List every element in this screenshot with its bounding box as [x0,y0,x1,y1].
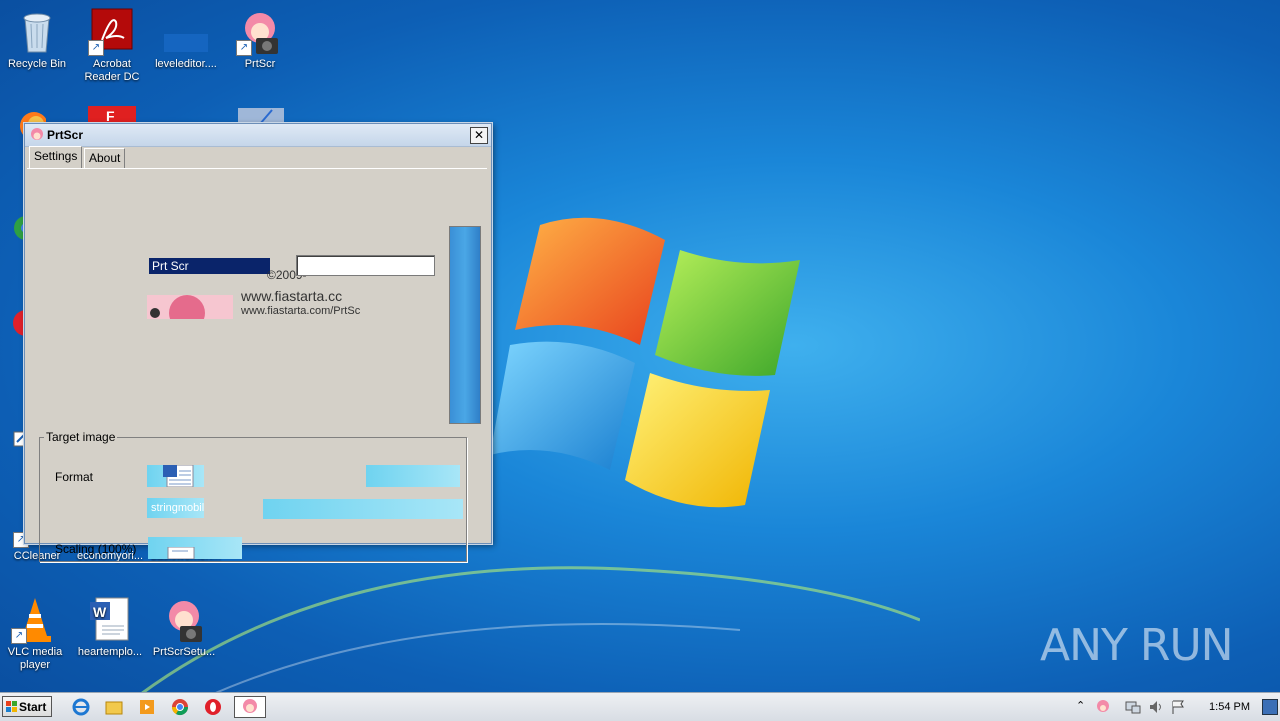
svg-text:W: W [93,604,107,620]
shortcut-arrow-icon: ↗ [88,40,104,56]
chrome-icon [171,699,189,716]
scaling-slider[interactable] [148,537,242,559]
text-input[interactable] [296,255,435,276]
scaling-label: Scaling (100%) [55,542,137,556]
file-icon [162,8,210,56]
acrobat-icon: ↗ [88,8,136,56]
dialog-title: PrtScr [47,128,84,142]
prtscr-app-icon [31,128,43,140]
taskbar-chrome-button[interactable] [167,696,193,718]
prtscr-mascot-icon: ↗ [236,8,284,56]
desktop-icon-vlc[interactable]: ↗ VLC media player [0,596,73,672]
taskbar-prtscr-button[interactable] [234,696,266,718]
taskbar: Start ⌃ 1:54 PM [0,692,1280,721]
website-link-large[interactable]: www.fiastarta.cc [241,288,342,302]
taskbar-explorer-button[interactable] [101,696,127,718]
watermark-text: ANY RUN [1040,620,1234,671]
format-label: Format [55,470,94,484]
wallpaper-windows-logo [490,217,800,508]
target-image-group: Target image Format stringmobil Scaling … [39,430,467,562]
tray-prtscr-icon[interactable] [1094,699,1112,715]
format-value-button[interactable]: stringmobil [147,498,204,518]
volume-icon[interactable] [1148,699,1166,715]
dialog-titlebar[interactable]: PrtScr ✕ [25,124,491,147]
tab-settings[interactable]: Settings [29,146,83,168]
network-icon[interactable] [1124,699,1142,715]
shortcut-arrow-icon: ↗ [11,628,27,644]
desktop-icon-label: heartemplo... [77,646,143,658]
shortcut-arrow-icon: ↗ [236,40,252,56]
tab-about[interactable]: About [84,148,126,168]
prtscr-dialog: PrtScr ✕ Settings About Prt Scr ©2009- w… [24,123,492,562]
svg-text:F: F [106,108,115,124]
target-image-legend: Target image [46,430,116,444]
desktop-icon-label: Recycle Bin [7,58,67,70]
close-button[interactable]: ✕ [470,127,488,144]
anyrun-watermark: ANY RUN [1040,612,1240,674]
desktop-icon-label: leveleditor.... [155,58,217,70]
folder-icon [105,701,123,715]
desktop-icon-label: Acrobat Reader DC [84,58,140,83]
document-icon [163,465,194,487]
hotkey-field[interactable]: Prt Scr [149,258,270,274]
format-option-1[interactable] [147,465,204,487]
desktop-icon-heartemplo[interactable]: W heartemplo... [72,596,148,659]
taskbar-opera-button[interactable] [200,696,226,718]
system-tray: ⌃ 1:54 PM [1070,693,1280,721]
desktop-icon-leveleditor[interactable]: leveleditor.... [148,8,224,71]
path-field[interactable] [263,499,463,519]
desktop-icon-recycle-bin[interactable]: Recycle Bin [0,8,75,71]
prtscr-mascot-icon [160,596,208,644]
vlc-cone-icon: ↗ [11,596,59,644]
document-icon [167,547,195,559]
prtscr-mascot-icon [243,699,257,713]
recycle-bin-icon [13,8,61,56]
clock[interactable]: 1:54 PM [1209,701,1250,713]
word-document-icon: W [86,596,134,644]
format-dropdown[interactable] [366,465,460,487]
close-icon: ✕ [473,128,485,142]
side-banner [449,226,481,424]
settings-panel: Prt Scr ©2009- www.fiastarta.cc www.fias… [27,168,487,562]
desktop-icon-label: VLC media player [7,646,63,671]
taskbar-ie-button[interactable] [68,696,94,718]
show-desktop-button[interactable] [1262,699,1278,715]
internet-explorer-icon [72,698,90,716]
desktop-icon-label: PrtScr [244,58,276,70]
start-button[interactable]: Start [2,696,52,717]
show-hidden-icons-chevron-up-icon[interactable]: ⌃ [1076,699,1085,712]
desktop-icon-prtscr[interactable]: ↗ PrtScr [222,8,298,71]
desktop-icon-acrobat[interactable]: ↗ Acrobat Reader DC [74,8,150,84]
media-player-icon [140,700,154,714]
start-label: Start [19,700,47,714]
windows-flag-icon [6,701,17,712]
opera-icon [205,699,221,715]
desktop-icon-prtscrsetup[interactable]: PrtScrSetu... [146,596,222,659]
desktop-icon-label: PrtScrSetu... [152,646,216,658]
action-center-flag-icon[interactable] [1170,699,1188,715]
website-link-small[interactable]: www.fiastarta.com/PrtSc [241,305,360,317]
taskbar-media-button[interactable] [134,696,160,718]
